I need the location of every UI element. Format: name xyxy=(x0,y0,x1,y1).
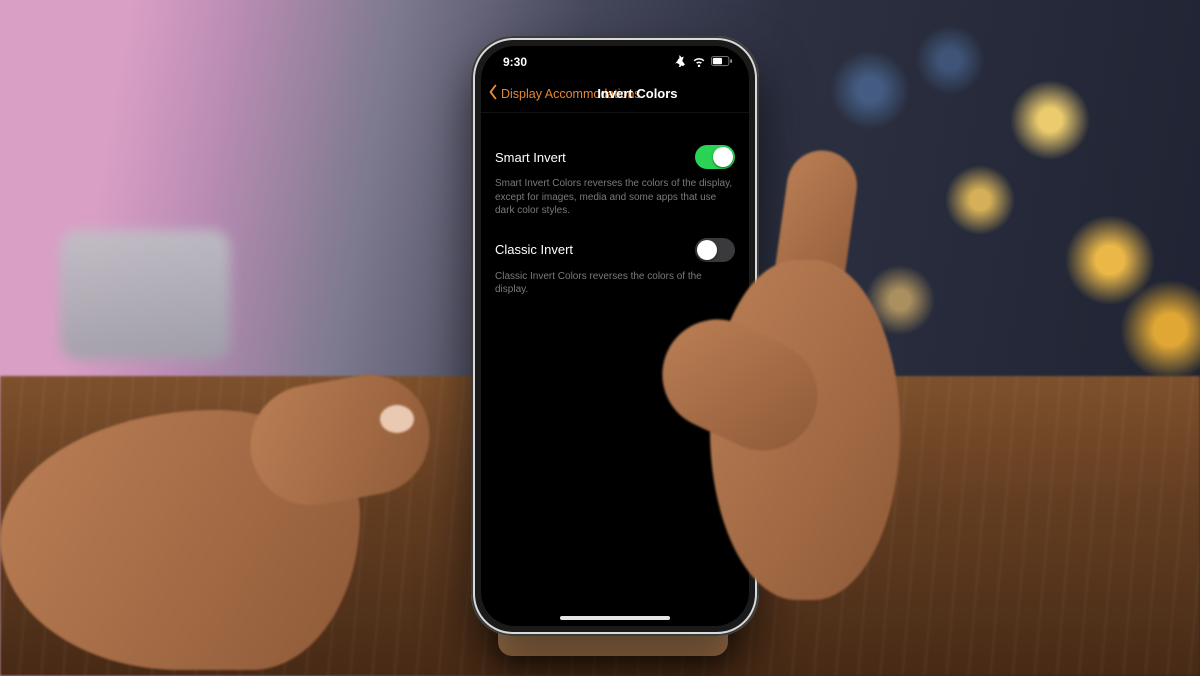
status-time: 9:30 xyxy=(503,55,527,69)
home-indicator[interactable] xyxy=(560,616,670,620)
nav-bar: Display Accommodations Invert Colors xyxy=(481,80,749,113)
smart-invert-label: Smart Invert xyxy=(495,150,566,165)
left-hand xyxy=(0,260,430,676)
classic-invert-row: Classic Invert xyxy=(495,232,735,268)
settings-list: Smart Invert Smart Invert Colors reverse… xyxy=(481,113,749,311)
smart-invert-row: Smart Invert xyxy=(495,139,735,175)
chevron-left-icon xyxy=(487,84,499,103)
battery-icon xyxy=(711,56,733,67)
wifi-icon xyxy=(692,56,706,67)
page-title: Invert Colors xyxy=(597,86,677,101)
right-hand xyxy=(720,120,980,640)
smart-invert-description: Smart Invert Colors reverses the colors … xyxy=(495,175,735,232)
classic-invert-label: Classic Invert xyxy=(495,242,573,257)
classic-invert-description: Classic Invert Colors reverses the color… xyxy=(495,268,735,311)
photo-scene: 9:30 xyxy=(0,0,1200,676)
display-notch xyxy=(550,46,680,68)
